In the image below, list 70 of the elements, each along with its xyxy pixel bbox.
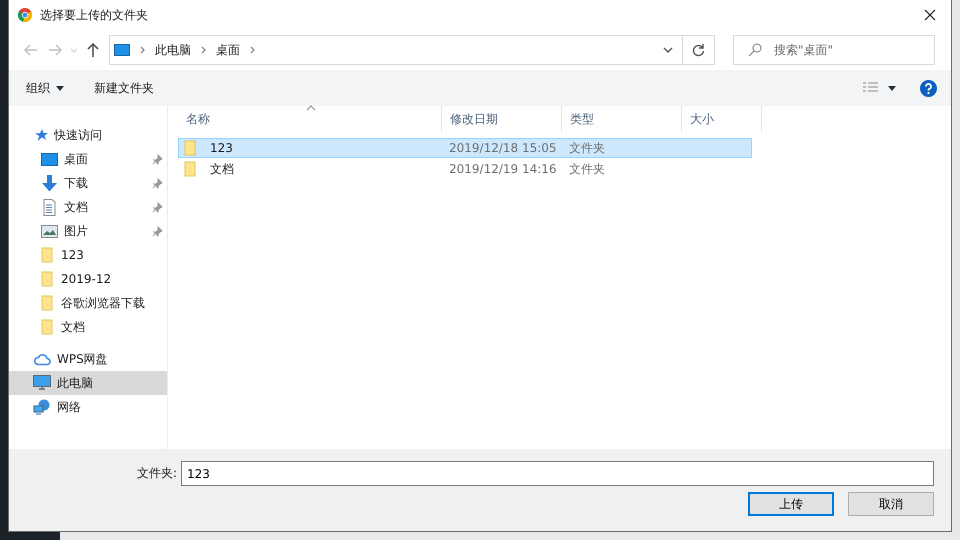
browser-logo-icon xyxy=(18,8,32,22)
search-icon xyxy=(748,43,762,57)
pin-icon[interactable] xyxy=(153,178,163,188)
chevron-down-icon xyxy=(70,48,78,52)
file-name: 123 xyxy=(209,141,234,155)
document-icon xyxy=(41,198,58,216)
sort-ascending-icon xyxy=(306,105,316,111)
refresh-icon xyxy=(692,43,705,57)
search-field[interactable]: 搜索"桌面" xyxy=(733,35,935,65)
column-header[interactable]: 大小 xyxy=(682,106,762,132)
sidebar-item[interactable]: 快速访问 xyxy=(9,123,167,147)
modified-date: 2019/12/19 14:16 xyxy=(448,162,558,176)
image-icon xyxy=(41,224,58,238)
close-icon xyxy=(924,9,936,21)
cancel-button[interactable]: 取消 xyxy=(848,492,934,516)
file-type: 文件夹 xyxy=(568,160,606,178)
pin-icon[interactable] xyxy=(153,202,163,212)
sidebar-item[interactable]: 文档 xyxy=(9,195,167,219)
right-arrow-icon xyxy=(48,44,62,56)
upload-button[interactable]: 上传 xyxy=(748,492,834,516)
folder-icon xyxy=(41,295,55,311)
caret-icon xyxy=(56,86,64,90)
sidebar-item[interactable]: WPS网盘 xyxy=(9,347,167,371)
column-header[interactable]: 类型 xyxy=(562,106,682,132)
folder-icon xyxy=(41,271,55,287)
folder-icon xyxy=(41,319,55,335)
column-header[interactable]: 修改日期 xyxy=(442,106,562,132)
cloud-icon xyxy=(33,352,51,366)
left-arrow-icon xyxy=(24,44,38,56)
sidebar-item[interactable]: 文档 xyxy=(9,315,167,339)
folder-icon xyxy=(184,140,198,156)
chevron-icon xyxy=(201,46,206,54)
breadcrumb[interactable]: 此电脑 xyxy=(155,42,191,58)
help-icon xyxy=(920,80,936,96)
network-icon xyxy=(33,399,51,415)
file-row[interactable]: 文档 2019/12/19 14:16 文件夹 xyxy=(178,159,752,179)
folder-name-field[interactable]: 123 xyxy=(181,461,934,486)
sidebar-item[interactable]: 桌面 xyxy=(9,147,167,171)
chevron-icon xyxy=(250,46,255,54)
chevron-down-icon xyxy=(663,47,673,53)
desktop-icon xyxy=(41,152,58,166)
sidebar-item[interactable]: 123 xyxy=(9,243,167,267)
folder-icon xyxy=(184,161,198,177)
window-title: 选择要上传的文件夹 xyxy=(40,6,149,24)
file-row[interactable]: 123 2019/12/18 15:05 文件夹 xyxy=(178,138,752,158)
sidebar-item[interactable]: 图片 xyxy=(9,219,167,243)
pin-icon[interactable] xyxy=(153,154,163,164)
sidebar-item[interactable]: 下载 xyxy=(9,171,167,195)
address-bar[interactable]: 此电脑 桌面 xyxy=(109,35,715,65)
pin-icon[interactable] xyxy=(153,226,163,236)
computer-icon xyxy=(33,375,51,391)
file-type: 文件夹 xyxy=(568,140,606,156)
modified-date: 2019/12/18 15:05 xyxy=(448,141,558,155)
sidebar-item[interactable]: 谷歌浏览器下载 xyxy=(9,291,167,315)
folder-icon xyxy=(41,247,55,263)
file-name: 文档 xyxy=(209,160,235,178)
star-icon xyxy=(34,128,48,142)
computer-icon xyxy=(114,44,130,56)
download-arrow-icon xyxy=(41,174,58,192)
sidebar-item[interactable]: 2019-12 xyxy=(9,267,167,291)
chevron-icon xyxy=(140,46,145,54)
details-view-icon xyxy=(862,82,896,94)
folder-label: 文件夹: xyxy=(136,465,177,482)
new-folder-button[interactable]: 新建文件夹 xyxy=(94,80,154,96)
organize-menu-button[interactable]: 组织 xyxy=(26,80,64,96)
up-arrow-icon xyxy=(87,43,99,57)
breadcrumb[interactable]: 桌面 xyxy=(216,42,240,58)
sidebar-item[interactable]: 此电脑 xyxy=(9,371,167,395)
sidebar-item[interactable]: 网络 xyxy=(9,395,167,419)
column-header[interactable]: 名称 xyxy=(178,106,442,132)
